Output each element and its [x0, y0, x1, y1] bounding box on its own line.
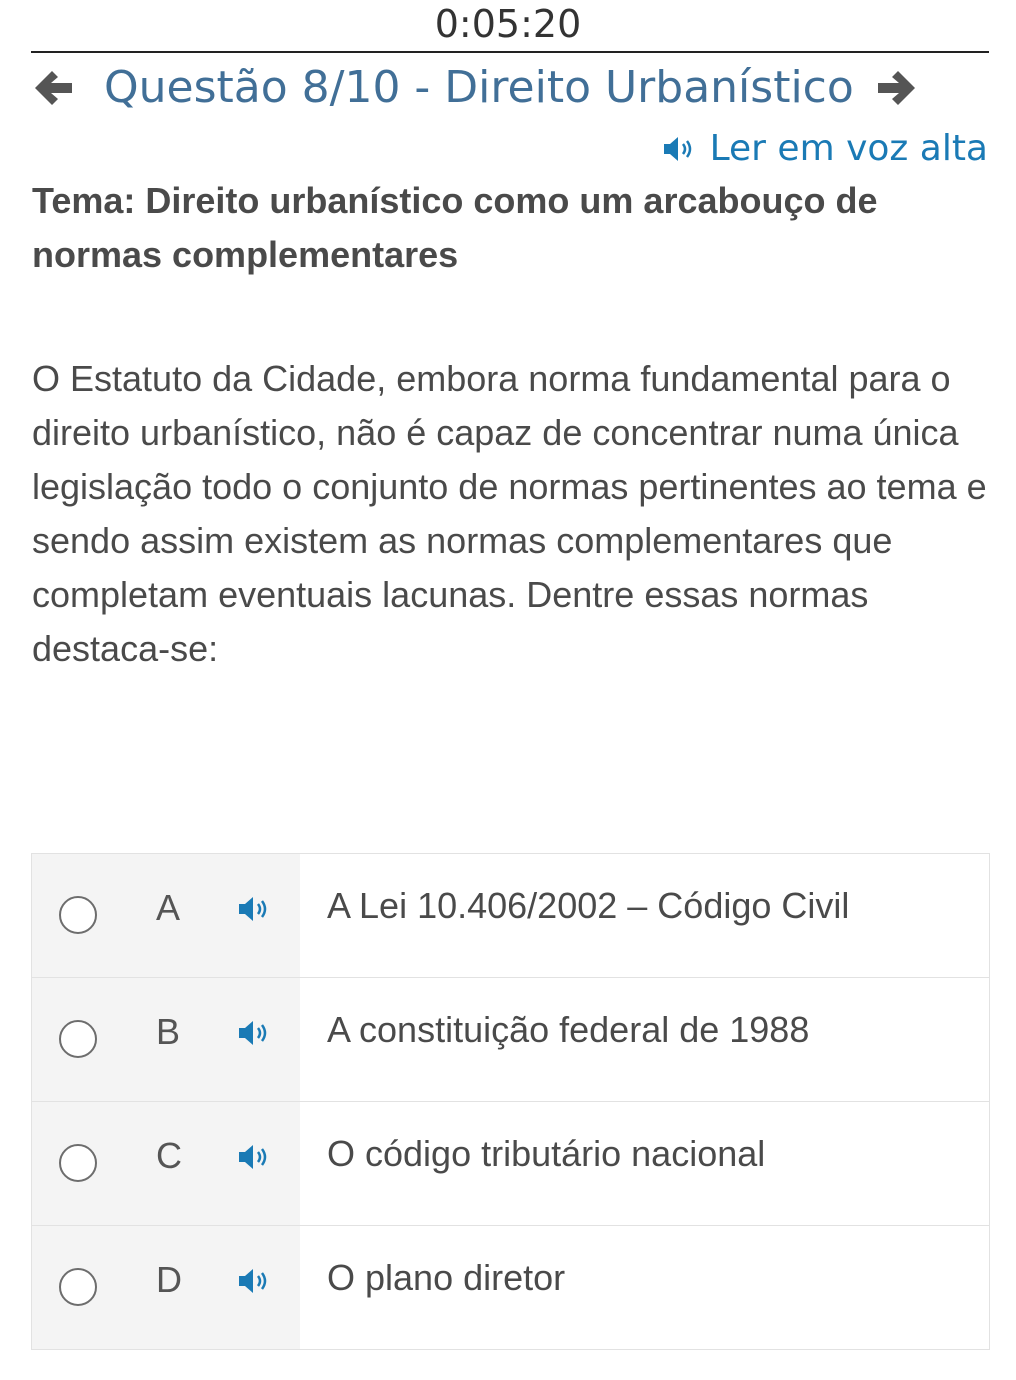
previous-question-button[interactable]	[30, 66, 76, 110]
radio-button[interactable]	[59, 1144, 97, 1182]
option-letter: D	[156, 1259, 182, 1300]
speaker-icon[interactable]	[237, 1142, 273, 1172]
arrow-right-icon	[878, 71, 915, 105]
speaker-icon[interactable]	[237, 894, 273, 924]
question-text: O Estatuto da Cidade, embora norma funda…	[32, 358, 987, 669]
option-a[interactable]: A A Lei 10.406/2002 – Código Civil	[32, 854, 989, 978]
read-aloud-label: Ler em voz alta	[709, 128, 988, 169]
arrow-left-icon	[35, 71, 72, 105]
option-text: O código tributário nacional	[327, 1133, 766, 1174]
answer-options: A A Lei 10.406/2002 – Código Civil B A c…	[31, 853, 990, 1350]
timer: 0:05:20	[434, 2, 582, 46]
question-topic: Tema: Direito urbanístico como um arcabo…	[32, 180, 878, 275]
option-letter: A	[156, 887, 181, 928]
option-b[interactable]: B A constituição federal de 1988	[32, 978, 989, 1102]
question-title: Questão 8/10 - Direito Urbanístico	[104, 62, 854, 113]
option-c[interactable]: C O código tributário nacional	[32, 1102, 989, 1226]
radio-button[interactable]	[59, 896, 97, 934]
radio-button[interactable]	[59, 1268, 97, 1306]
option-letter: B	[156, 1011, 181, 1052]
speaker-icon[interactable]	[237, 1018, 273, 1048]
option-d[interactable]: D O plano diretor	[32, 1226, 989, 1349]
radio-button[interactable]	[59, 1020, 97, 1058]
option-text: A Lei 10.406/2002 – Código Civil	[327, 885, 850, 926]
speaker-icon[interactable]	[237, 1266, 273, 1296]
next-question-button[interactable]	[874, 66, 920, 110]
option-letter: C	[156, 1135, 182, 1176]
divider	[31, 51, 989, 53]
option-text: A constituição federal de 1988	[327, 1009, 810, 1050]
option-text: O plano diretor	[327, 1257, 566, 1298]
read-aloud-button[interactable]: Ler em voz alta	[662, 126, 988, 172]
speaker-icon	[663, 137, 691, 161]
